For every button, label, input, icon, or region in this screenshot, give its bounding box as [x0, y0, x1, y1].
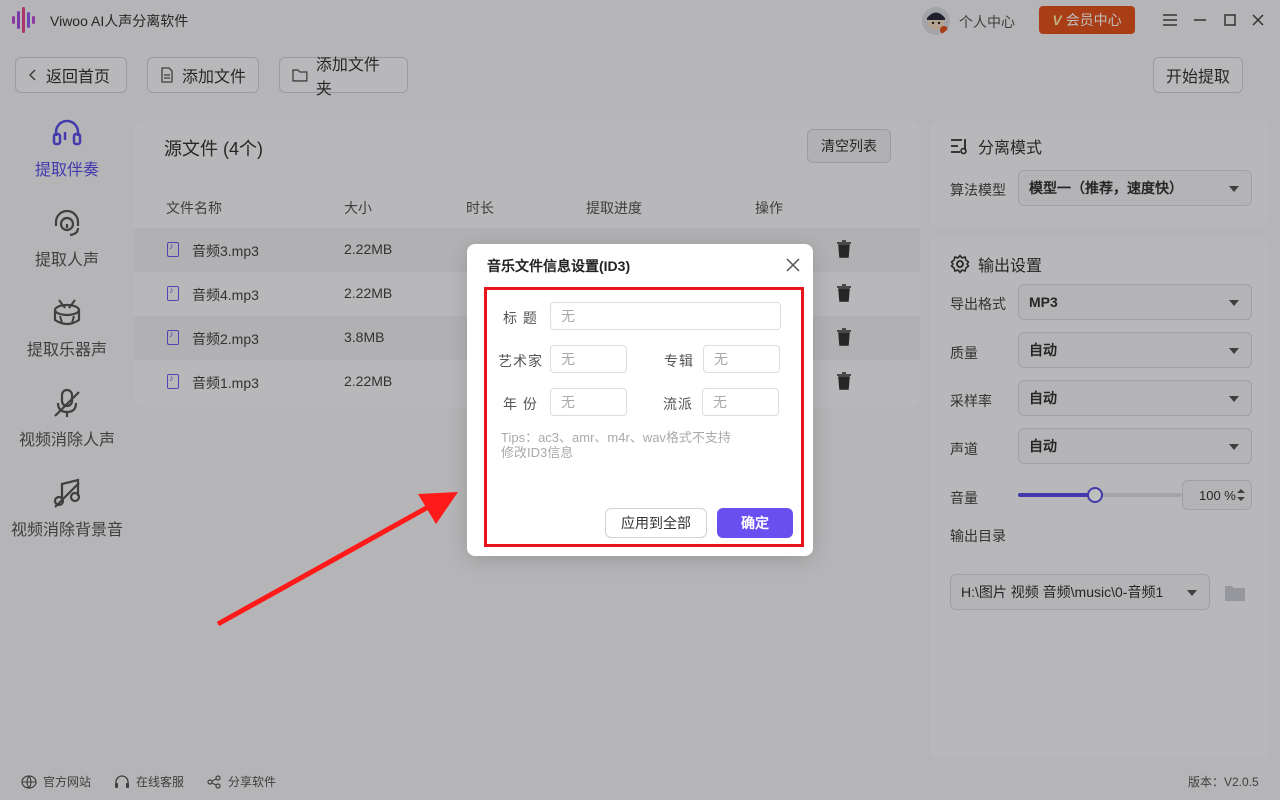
id3-settings-dialog: 音乐文件信息设置(ID3) 标 题 无 艺术家 无 专辑 无 年 份 无 流派 …	[467, 244, 813, 556]
year-field[interactable]: 无	[550, 388, 627, 416]
artist-field-label: 艺术家	[498, 353, 543, 369]
title-placeholder: 无	[561, 308, 575, 324]
album-placeholder: 无	[714, 351, 728, 367]
album-field[interactable]: 无	[703, 345, 780, 373]
genre-placeholder: 无	[713, 394, 727, 410]
app-window: Viwoo AI人声分离软件 个人中心 V 会员中心 返回首页 添加文件 添加文…	[0, 0, 1280, 800]
title-field-label: 标 题	[503, 310, 538, 326]
confirm-button[interactable]: 确定	[717, 508, 793, 538]
close-icon[interactable]	[783, 255, 803, 275]
title-field[interactable]: 无	[550, 302, 781, 330]
artist-placeholder: 无	[561, 351, 575, 367]
year-field-label: 年 份	[503, 396, 538, 412]
dialog-title: 音乐文件信息设置(ID3)	[487, 258, 631, 274]
format-tips: Tips：ac3、amr、m4r、wav格式不支持 修改ID3信息	[501, 430, 731, 460]
genre-field-label: 流派	[663, 396, 693, 412]
artist-field[interactable]: 无	[550, 345, 627, 373]
apply-all-button[interactable]: 应用到全部	[605, 508, 707, 538]
year-placeholder: 无	[561, 394, 575, 410]
album-field-label: 专辑	[664, 353, 694, 369]
genre-field[interactable]: 无	[702, 388, 779, 416]
